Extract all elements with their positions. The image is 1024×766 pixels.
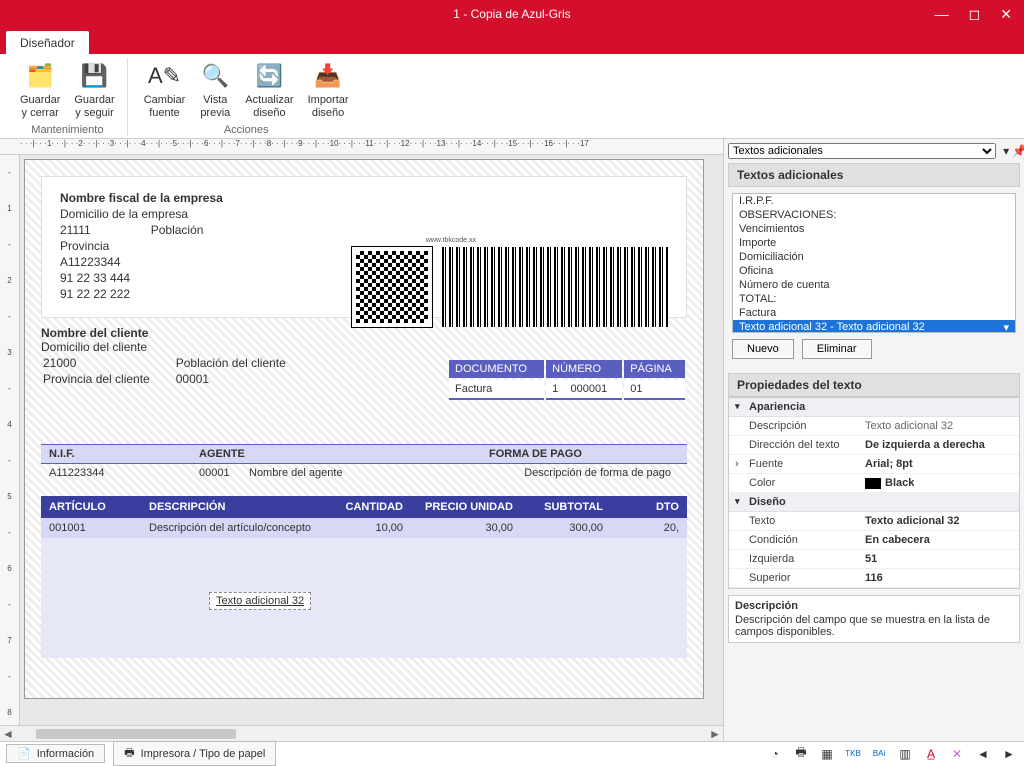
list-item[interactable]: OBSERVACIONES:: [733, 208, 1015, 222]
document-number-table: DOCUMENTONÚMEROPÁGINA Factura1 00000101: [447, 358, 687, 402]
status-icon-2[interactable]: 🖶: [792, 746, 810, 762]
list-item[interactable]: Importe: [733, 236, 1015, 250]
items-row: 001001 Descripción del artículo/concepto…: [41, 518, 687, 538]
properties-title: Propiedades del texto: [728, 373, 1020, 397]
preview-icon: 🔍: [199, 60, 231, 92]
import-design-button[interactable]: 📥 Importar diseño: [302, 58, 355, 122]
ribbon-tabs: Diseñador: [0, 28, 1024, 54]
items-header: ARTÍCULO DESCRIPCIÓN CANTIDAD PRECIO UNI…: [41, 496, 687, 518]
ribbon: 🗂️ Guardar y cerrar 💾 Guardar y seguir M…: [0, 54, 1024, 139]
company-address: Domicilio de la empresa: [60, 207, 668, 221]
close-icon[interactable]: ✕: [1000, 6, 1012, 23]
items-body-area[interactable]: Texto adicional 32: [41, 538, 687, 658]
pin-icon[interactable]: 📌: [1012, 144, 1024, 158]
delete-button[interactable]: Eliminar: [802, 339, 872, 359]
list-item[interactable]: TOTAL:: [733, 292, 1015, 306]
company-block: Nombre fiscal de la empresa Domicilio de…: [41, 176, 687, 318]
window-title: 1 - Copia de Azul-Gris: [453, 7, 570, 21]
new-button[interactable]: Nuevo: [732, 339, 794, 359]
status-printer-button[interactable]: 🖶Impresora / Tipo de papel: [113, 741, 276, 766]
status-icon-7[interactable]: A̲: [922, 746, 940, 762]
category-appearance[interactable]: Apariencia: [729, 398, 1019, 417]
refresh-design-button[interactable]: 🔄 Actualizar diseño: [239, 58, 299, 122]
company-name: Nombre fiscal de la empresa: [60, 191, 668, 205]
status-icon-5[interactable]: BAi: [870, 746, 888, 762]
refresh-icon: 🔄: [253, 60, 285, 92]
maximize-icon[interactable]: ◻: [969, 6, 981, 23]
preview-button[interactable]: 🔍 Vista previa: [193, 58, 237, 122]
status-bar: 📄Información 🖶Impresora / Tipo de papel …: [0, 741, 1024, 765]
ribbon-group-actions: Acciones: [224, 124, 269, 136]
design-canvas[interactable]: · · ·|· · ·1· · ·|· · ·2· · ·|· · ·3· · …: [0, 139, 724, 741]
font-icon: A✎: [149, 60, 181, 92]
color-swatch: [865, 478, 881, 489]
panel-title: Textos adicionales: [728, 163, 1020, 187]
dropdown-icon[interactable]: ▾: [1000, 144, 1012, 158]
printer-icon: 🖶: [124, 744, 134, 763]
save-continue-icon: 💾: [79, 60, 111, 92]
status-icon-4[interactable]: TKB: [844, 746, 862, 762]
page[interactable]: Régimen especial del criterio de caja No…: [24, 159, 704, 699]
title-bar: 1 - Copia de Azul-Gris — ◻ ✕: [0, 0, 1024, 28]
additional-texts-list[interactable]: I.R.P.F. OBSERVACIONES: Vencimientos Imp…: [732, 193, 1016, 333]
panel-selector[interactable]: Textos adicionales: [728, 143, 996, 159]
save-close-icon: 🗂️: [24, 60, 56, 92]
selected-text-field[interactable]: Texto adicional 32: [209, 592, 311, 610]
list-item[interactable]: I.R.P.F.: [733, 194, 1015, 208]
status-nav-right[interactable]: ►: [1000, 746, 1018, 762]
status-icon-8[interactable]: ✕: [948, 746, 966, 762]
qr-code: [352, 247, 432, 327]
tab-designer[interactable]: Diseñador: [6, 31, 89, 54]
status-icon-6[interactable]: ▥: [896, 746, 914, 762]
status-icon-1[interactable]: ◔: [766, 746, 784, 762]
status-info-button[interactable]: 📄Información: [6, 744, 105, 763]
properties-panel: Textos adicionales ▾ 📌 Textos adicionale…: [724, 139, 1024, 741]
horizontal-ruler: · · ·|· · ·1· · ·|· · ·2· · ·|· · ·3· · …: [0, 139, 723, 155]
list-item[interactable]: Número de cuenta: [733, 278, 1015, 292]
minimize-icon[interactable]: —: [935, 6, 949, 23]
vertical-ruler: -1-2-3-4-5-6-7-8-9-10-11-12-13-14: [0, 155, 20, 725]
status-nav-left[interactable]: ◄: [974, 746, 992, 762]
agent-bar: N.I.F. AGENTE FORMA DE PAGO A11223344 00…: [41, 444, 687, 482]
import-icon: 📥: [312, 60, 344, 92]
description-box: Descripción Descripción del campo que se…: [728, 595, 1020, 643]
list-item[interactable]: Vencimientos: [733, 222, 1015, 236]
horizontal-scrollbar[interactable]: ◄►: [0, 725, 723, 741]
save-continue-button[interactable]: 💾 Guardar y seguir: [68, 58, 120, 122]
status-icon-3[interactable]: ▦: [818, 746, 836, 762]
barcode: [442, 247, 668, 327]
save-close-button[interactable]: 🗂️ Guardar y cerrar: [14, 58, 66, 122]
ribbon-group-maintenance: Mantenimiento: [31, 124, 103, 136]
list-item[interactable]: Oficina: [733, 264, 1015, 278]
change-font-button[interactable]: A✎ Cambiar fuente: [138, 58, 192, 122]
category-design[interactable]: Diseño: [729, 493, 1019, 512]
list-item[interactable]: Factura: [733, 306, 1015, 320]
list-item-selected[interactable]: Texto adicional 32 - Texto adicional 32 …: [733, 320, 1015, 333]
list-item[interactable]: Domiciliación: [733, 250, 1015, 264]
property-grid[interactable]: Apariencia DescripciónTexto adicional 32…: [728, 397, 1020, 589]
info-icon: 📄: [17, 747, 31, 760]
